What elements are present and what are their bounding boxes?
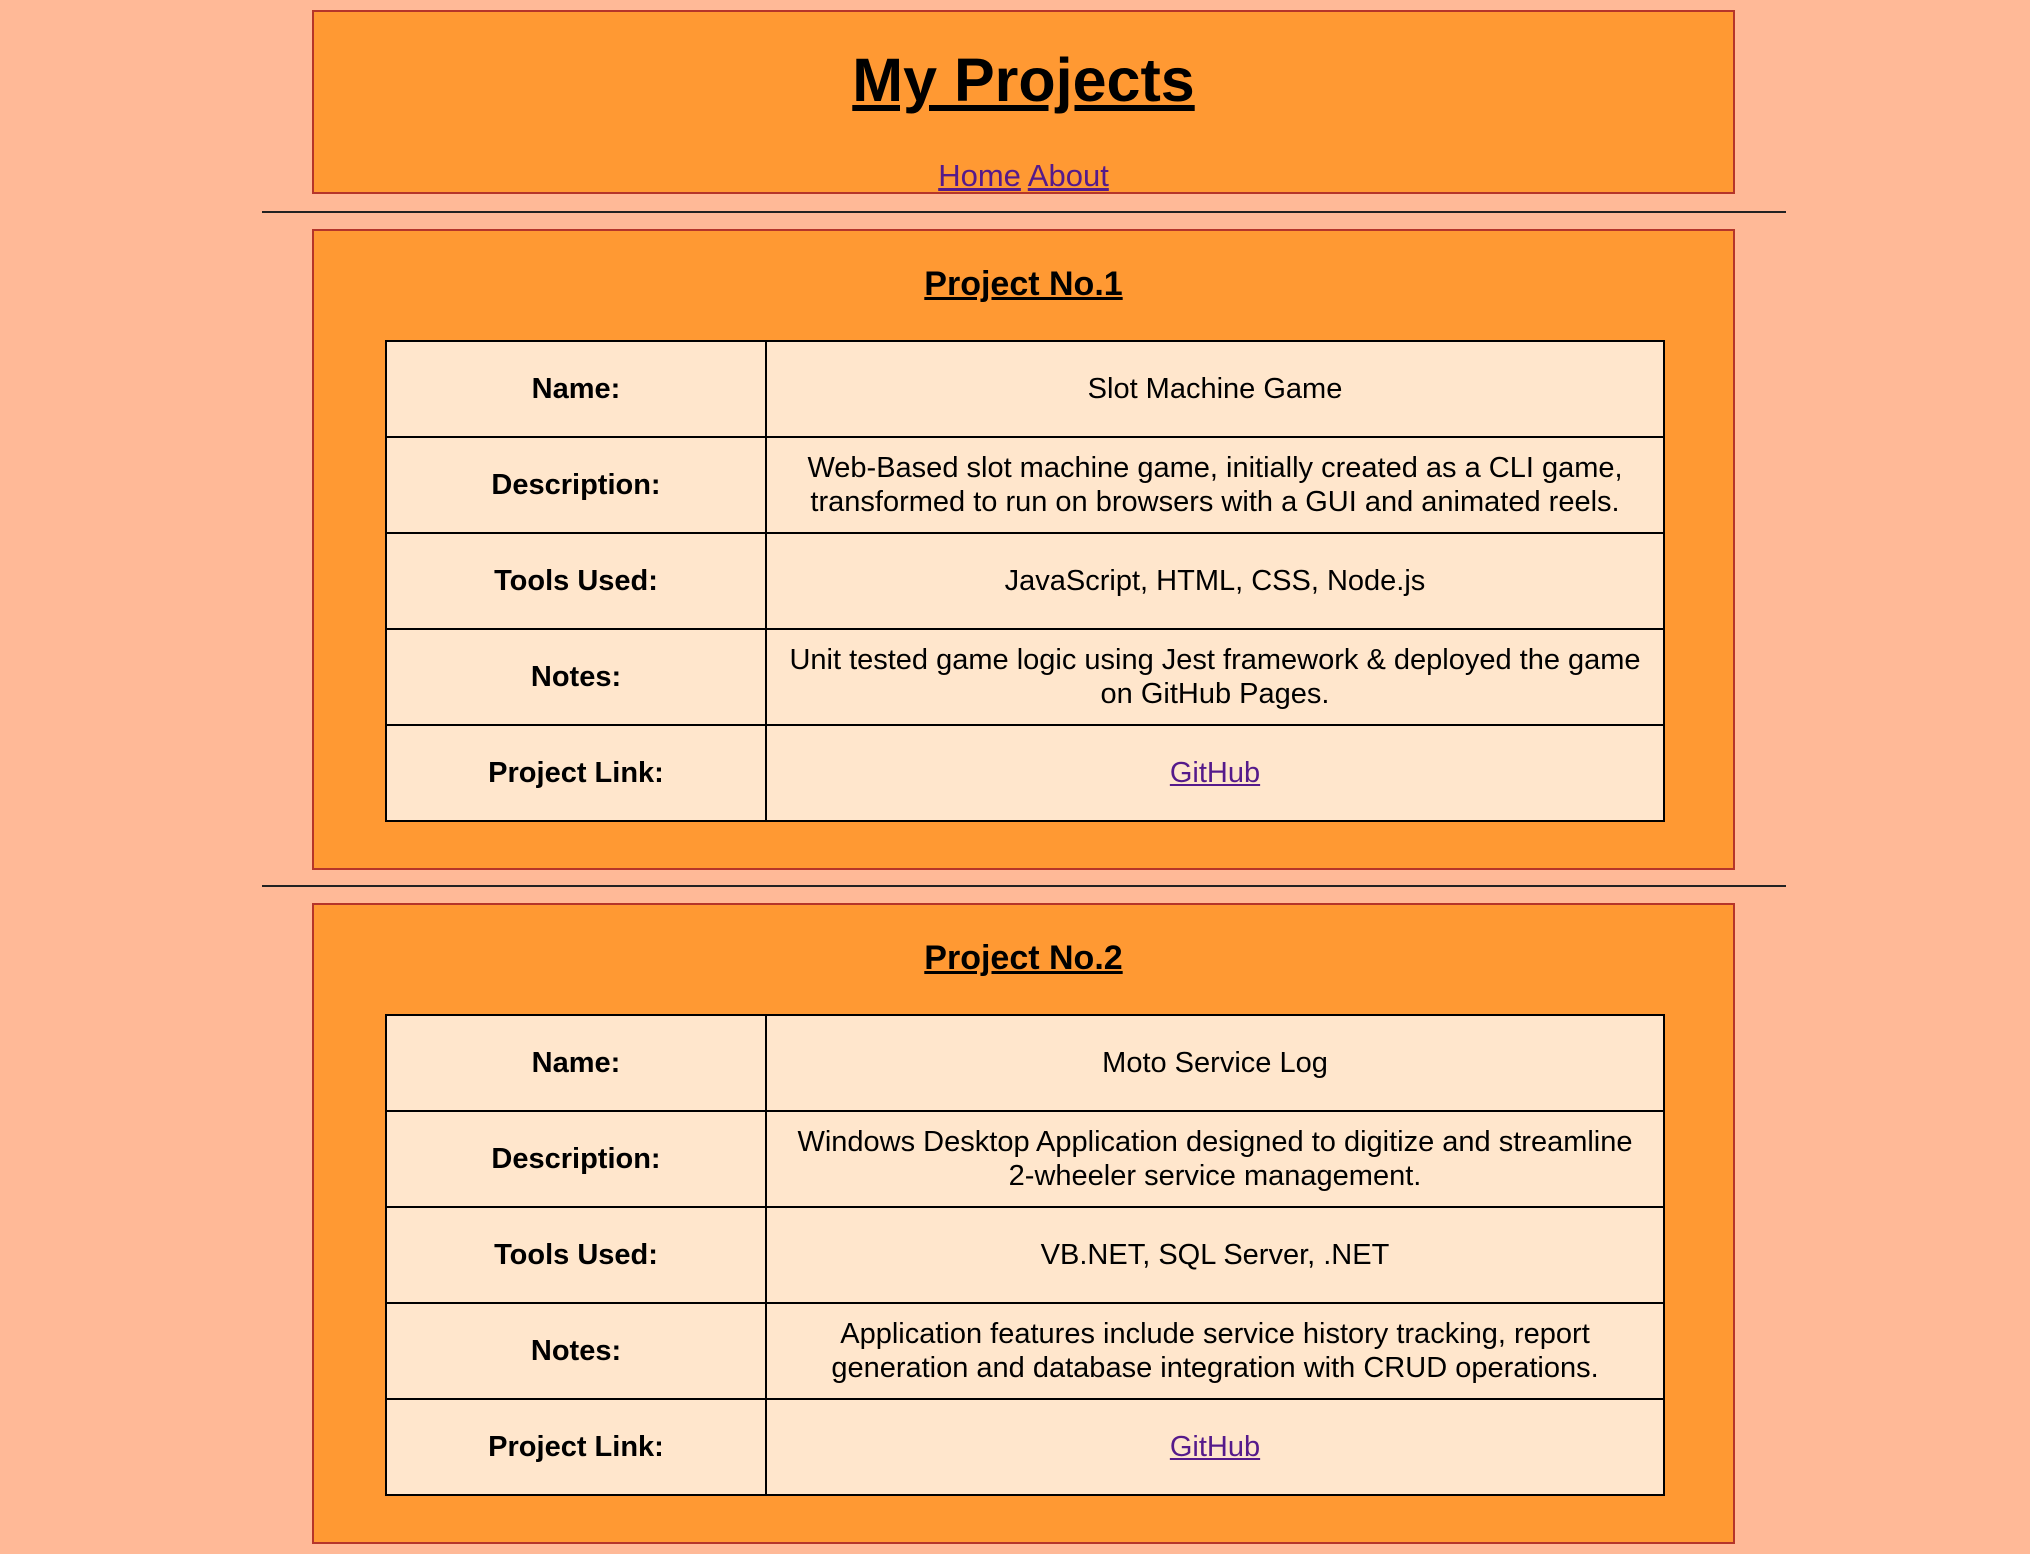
row-value-name: Moto Service Log [765, 1014, 1665, 1112]
table-row: Description: Web-Based slot machine game… [385, 436, 1665, 534]
project-card-1: Project No.1 Name: Slot Machine Game Des… [312, 229, 1735, 870]
table-row: Name: Moto Service Log [385, 1014, 1665, 1112]
row-value-notes: Application features include service his… [765, 1302, 1665, 1400]
row-label-notes: Notes: [385, 628, 767, 726]
project-heading: Project No.2 [924, 939, 1123, 977]
divider [262, 885, 1786, 887]
row-value-tools: JavaScript, HTML, CSS, Node.js [765, 532, 1665, 630]
nav-link-home[interactable]: Home [938, 158, 1021, 193]
row-value-description: Web-Based slot machine game, initially c… [765, 436, 1665, 534]
row-label-description: Description: [385, 1110, 767, 1208]
project-details-table: Name: Slot Machine Game Description: Web… [385, 340, 1665, 822]
github-link[interactable]: GitHub [1170, 1431, 1260, 1463]
main-nav: Home About [314, 160, 1733, 191]
row-value-link: GitHub [765, 1398, 1665, 1496]
row-label-notes: Notes: [385, 1302, 767, 1400]
table-row: Description: Windows Desktop Application… [385, 1110, 1665, 1208]
divider [262, 211, 1786, 213]
table-row: Notes: Application features include serv… [385, 1302, 1665, 1400]
row-value-notes: Unit tested game logic using Jest framew… [765, 628, 1665, 726]
row-label-tools: Tools Used: [385, 1206, 767, 1304]
table-row: Tools Used: JavaScript, HTML, CSS, Node.… [385, 532, 1665, 630]
project-details-table: Name: Moto Service Log Description: Wind… [385, 1014, 1665, 1496]
project-heading: Project No.1 [924, 265, 1123, 303]
nav-link-about[interactable]: About [1028, 158, 1109, 193]
github-link[interactable]: GitHub [1170, 757, 1260, 789]
row-value-link: GitHub [765, 724, 1665, 822]
row-label-link: Project Link: [385, 724, 767, 822]
row-label-name: Name: [385, 1014, 767, 1112]
table-row: Tools Used: VB.NET, SQL Server, .NET [385, 1206, 1665, 1304]
page-header: My Projects Home About [312, 10, 1735, 194]
project-card-2: Project No.2 Name: Moto Service Log Desc… [312, 903, 1735, 1544]
page-title: My Projects [852, 46, 1195, 114]
row-value-name: Slot Machine Game [765, 340, 1665, 438]
row-label-name: Name: [385, 340, 767, 438]
table-row: Project Link: GitHub [385, 724, 1665, 822]
row-value-description: Windows Desktop Application designed to … [765, 1110, 1665, 1208]
row-label-link: Project Link: [385, 1398, 767, 1496]
row-label-description: Description: [385, 436, 767, 534]
table-row: Notes: Unit tested game logic using Jest… [385, 628, 1665, 726]
row-value-tools: VB.NET, SQL Server, .NET [765, 1206, 1665, 1304]
table-row: Name: Slot Machine Game [385, 340, 1665, 438]
row-label-tools: Tools Used: [385, 532, 767, 630]
table-row: Project Link: GitHub [385, 1398, 1665, 1496]
